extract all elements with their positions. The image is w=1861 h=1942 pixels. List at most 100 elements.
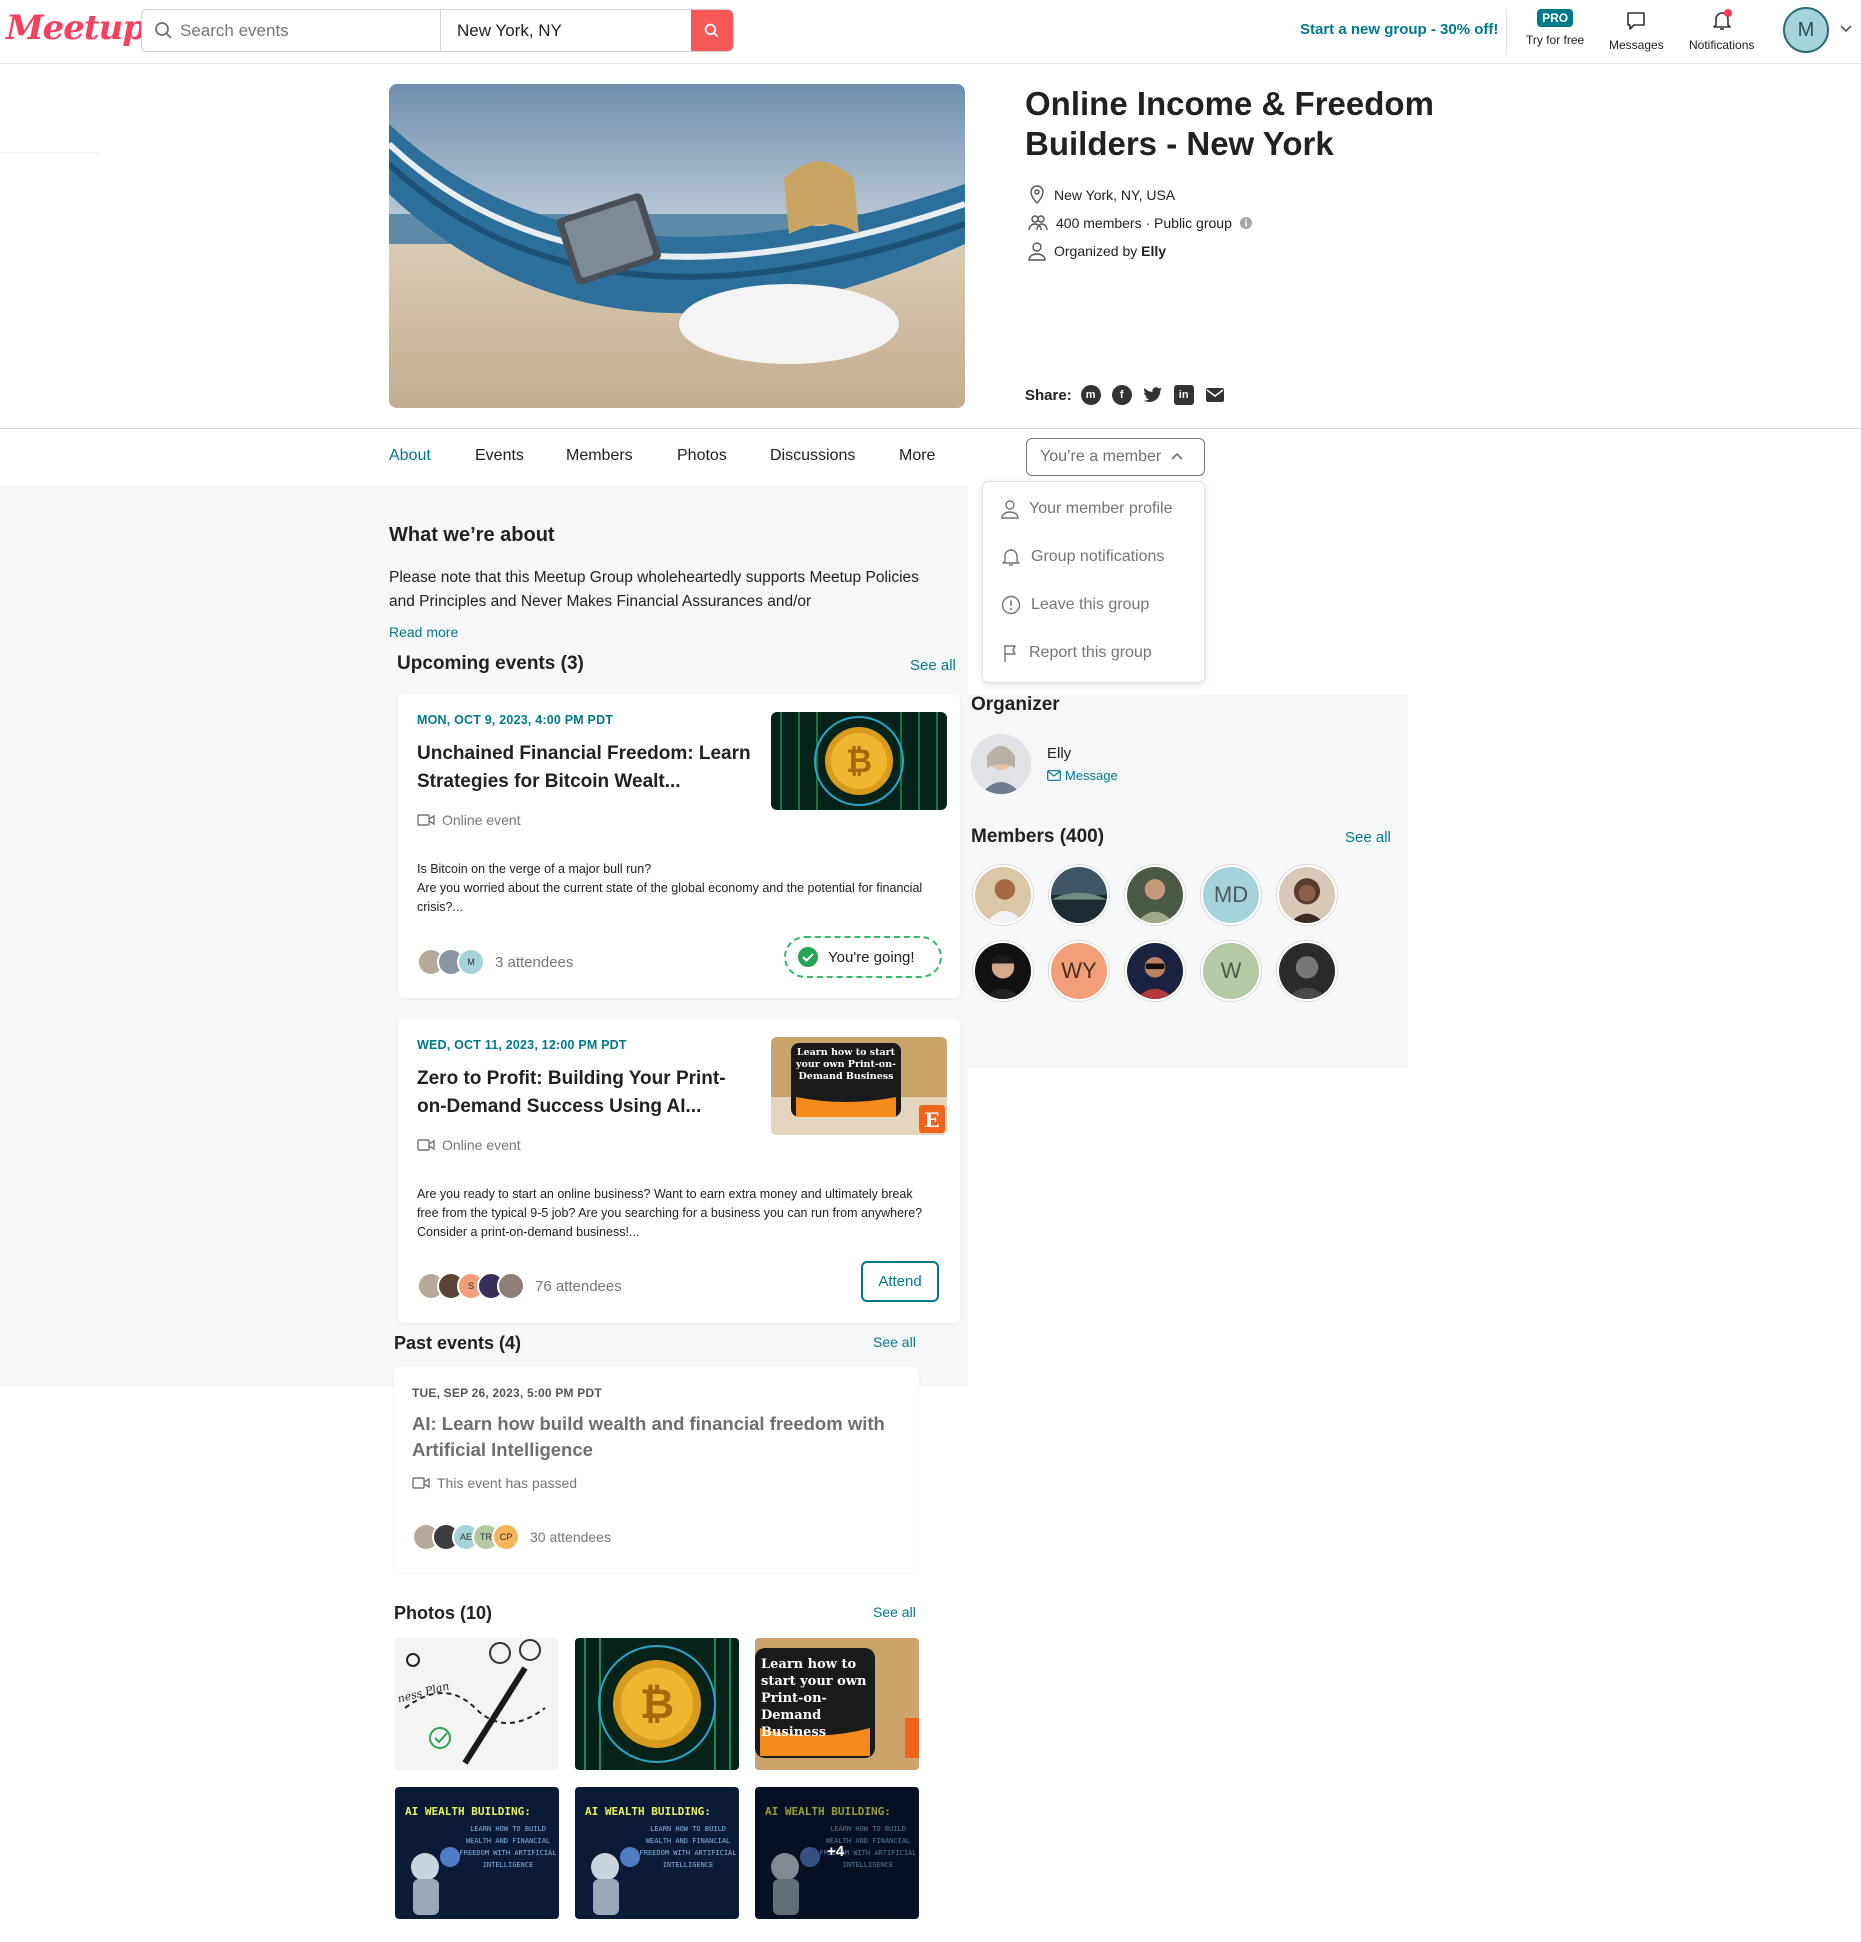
member-avatar[interactable] — [973, 865, 1033, 925]
event-date: TUE, SEP 26, 2023, 5:00 PM PDT — [412, 1386, 602, 1400]
user-avatar[interactable]: M — [1783, 7, 1829, 53]
photo-thumbnail-more[interactable]: AI WEALTH BUILDING: LEARN HOW TO BUILD W… — [755, 1787, 919, 1919]
event-thumbnail-text: Learn how to start your own Print-on-Dem… — [796, 1047, 896, 1082]
event-title[interactable]: Zero to Profit: Building Your Print-on-D… — [417, 1065, 747, 1121]
bell-icon — [1712, 9, 1732, 30]
event-title[interactable]: Unchained Financial Freedom: Learn Strat… — [417, 740, 757, 796]
event-type-label: Online event — [442, 1137, 521, 1153]
chevron-down-icon[interactable] — [1838, 20, 1854, 36]
meetup-logo[interactable]: Meetup — [6, 8, 146, 48]
search-bar — [141, 9, 734, 52]
menu-item-leave-group[interactable]: Leave this group — [1001, 595, 1149, 615]
event-title[interactable]: AI: Learn how build wealth and financial… — [412, 1411, 902, 1463]
menu-item-label: Group notifications — [1031, 548, 1165, 565]
meetup-share-icon[interactable]: m — [1080, 385, 1101, 405]
notifications-button[interactable]: Notifications — [1689, 6, 1754, 52]
event-attendees: M 3 attendees — [417, 948, 573, 976]
search-icon — [704, 23, 719, 37]
search-button[interactable] — [691, 10, 733, 51]
group-organizer-info: Organized by Elly — [1028, 241, 1166, 261]
menu-item-group-notifications[interactable]: Group notifications — [1001, 547, 1164, 567]
photo-thumbnail[interactable]: Learn how to start your own Print-on-Dem… — [755, 1638, 919, 1770]
message-organizer-link[interactable]: Message — [1047, 768, 1118, 783]
member-avatar[interactable] — [1277, 941, 1337, 1001]
membership-dropdown-button[interactable]: You’re a member — [1026, 438, 1205, 476]
tab-members[interactable]: Members — [566, 447, 633, 465]
attendee-count: 3 attendees — [495, 953, 574, 971]
attendee-avatar: CP — [492, 1523, 520, 1551]
photo-thumbnail[interactable]: ₿ — [575, 1638, 739, 1770]
member-avatar[interactable]: WY — [1049, 941, 1109, 1001]
photo-subtitle-text: LEARN HOW TO BUILD WEALTH AND FINANCIAL … — [639, 1825, 737, 1869]
photo-thumbnail[interactable]: ness Plan — [395, 1638, 559, 1770]
event-type: Online event — [417, 1137, 521, 1153]
tab-more[interactable]: More — [899, 447, 935, 465]
past-see-all-link[interactable]: See all — [873, 1334, 916, 1350]
envelope-icon — [1047, 770, 1061, 781]
pro-badge: PRO — [1537, 9, 1574, 27]
event-type-label: Online event — [442, 812, 521, 828]
upcoming-see-all-link[interactable]: See all — [910, 657, 956, 674]
menu-item-label: Report this group — [1029, 644, 1152, 661]
member-avatar[interactable] — [973, 941, 1033, 1001]
read-more-link[interactable]: Read more — [389, 624, 458, 640]
member-avatar[interactable]: MD — [1201, 865, 1261, 925]
messages-button[interactable]: Messages — [1609, 6, 1664, 52]
event-thumbnail: ₿ — [771, 712, 947, 810]
organizer-avatar[interactable] — [971, 734, 1031, 794]
members-heading: Members (400) — [971, 826, 1105, 847]
event-status: This event has passed — [412, 1475, 577, 1491]
going-status-button[interactable]: You're going! — [784, 936, 942, 978]
menu-item-report-group[interactable]: Report this group — [1001, 643, 1152, 663]
facebook-share-icon[interactable]: f — [1111, 385, 1132, 405]
event-attendees: S 76 attendees — [417, 1272, 622, 1300]
event-date: MON, OCT 9, 2023, 4:00 PM PDT — [417, 713, 614, 727]
attend-button[interactable]: Attend — [861, 1261, 939, 1302]
attendee-avatar: M — [457, 948, 485, 976]
membership-dropdown-menu: Your member profile Group notifications … — [982, 481, 1205, 683]
event-card[interactable]: MON, OCT 9, 2023, 4:00 PM PDT Unchained … — [398, 694, 960, 998]
message-label: Message — [1065, 768, 1118, 783]
photo-subtitle-text: LEARN HOW TO BUILD WEALTH AND FINANCIAL … — [459, 1825, 557, 1869]
tab-about[interactable]: About — [389, 447, 431, 465]
photo-thumbnail[interactable]: AI WEALTH BUILDING: LEARN HOW TO BUILD W… — [395, 1787, 559, 1919]
members-see-all-link[interactable]: See all — [1345, 829, 1391, 846]
video-icon — [417, 814, 435, 826]
event-card[interactable]: WED, OCT 11, 2023, 12:00 PM PDT Zero to … — [398, 1019, 960, 1323]
tab-events[interactable]: Events — [475, 447, 524, 465]
tab-discussions[interactable]: Discussions — [770, 447, 855, 465]
about-text: Please note that this Meetup Group whole… — [389, 569, 919, 610]
event-attendees: AE TR CP 30 attendees — [412, 1523, 611, 1551]
tab-photos[interactable]: Photos — [677, 447, 727, 465]
nav-divider — [1506, 10, 1507, 54]
photos-see-all-link[interactable]: See all — [873, 1604, 916, 1620]
email-share-icon[interactable] — [1205, 385, 1225, 405]
start-group-promo-link[interactable]: Start a new group - 30% off! — [1300, 21, 1498, 38]
top-navigation: Meetup Start a new group - 30% off! PRO … — [0, 0, 1861, 64]
photo-caption-text: Learn how to start your own Print-on-Dem… — [761, 1657, 867, 1740]
attendee-count: 76 attendees — [535, 1277, 622, 1295]
membership-button-label: You’re a member — [1040, 448, 1162, 465]
member-avatar[interactable] — [1049, 865, 1109, 925]
try-pro-button[interactable]: PRO Try for free — [1526, 6, 1584, 47]
twitter-share-icon[interactable] — [1143, 385, 1163, 405]
menu-item-member-profile[interactable]: Your member profile — [1001, 499, 1172, 519]
past-event-card[interactable]: TUE, SEP 26, 2023, 5:00 PM PDT AI: Learn… — [394, 1367, 919, 1572]
linkedin-share-icon[interactable]: in — [1173, 385, 1194, 405]
message-icon — [1627, 12, 1646, 30]
location-input[interactable] — [440, 10, 693, 51]
video-icon — [417, 1139, 435, 1151]
member-avatar[interactable] — [1125, 941, 1185, 1001]
members-icon — [1028, 215, 1048, 231]
messages-label: Messages — [1609, 38, 1664, 52]
photo-thumbnail[interactable]: AI WEALTH BUILDING: LEARN HOW TO BUILD W… — [575, 1787, 739, 1919]
info-icon[interactable] — [1239, 216, 1253, 230]
organizer-name-link[interactable]: Elly — [1141, 243, 1166, 259]
event-description: Are you ready to start an online busines… — [417, 1187, 923, 1239]
member-avatar[interactable]: W — [1201, 941, 1261, 1001]
member-avatar[interactable] — [1125, 865, 1185, 925]
member-avatar[interactable] — [1277, 865, 1337, 925]
svg-text:₿: ₿ — [846, 742, 872, 780]
organizer-name[interactable]: Elly — [1047, 745, 1071, 762]
menu-item-label: Leave this group — [1031, 596, 1150, 613]
